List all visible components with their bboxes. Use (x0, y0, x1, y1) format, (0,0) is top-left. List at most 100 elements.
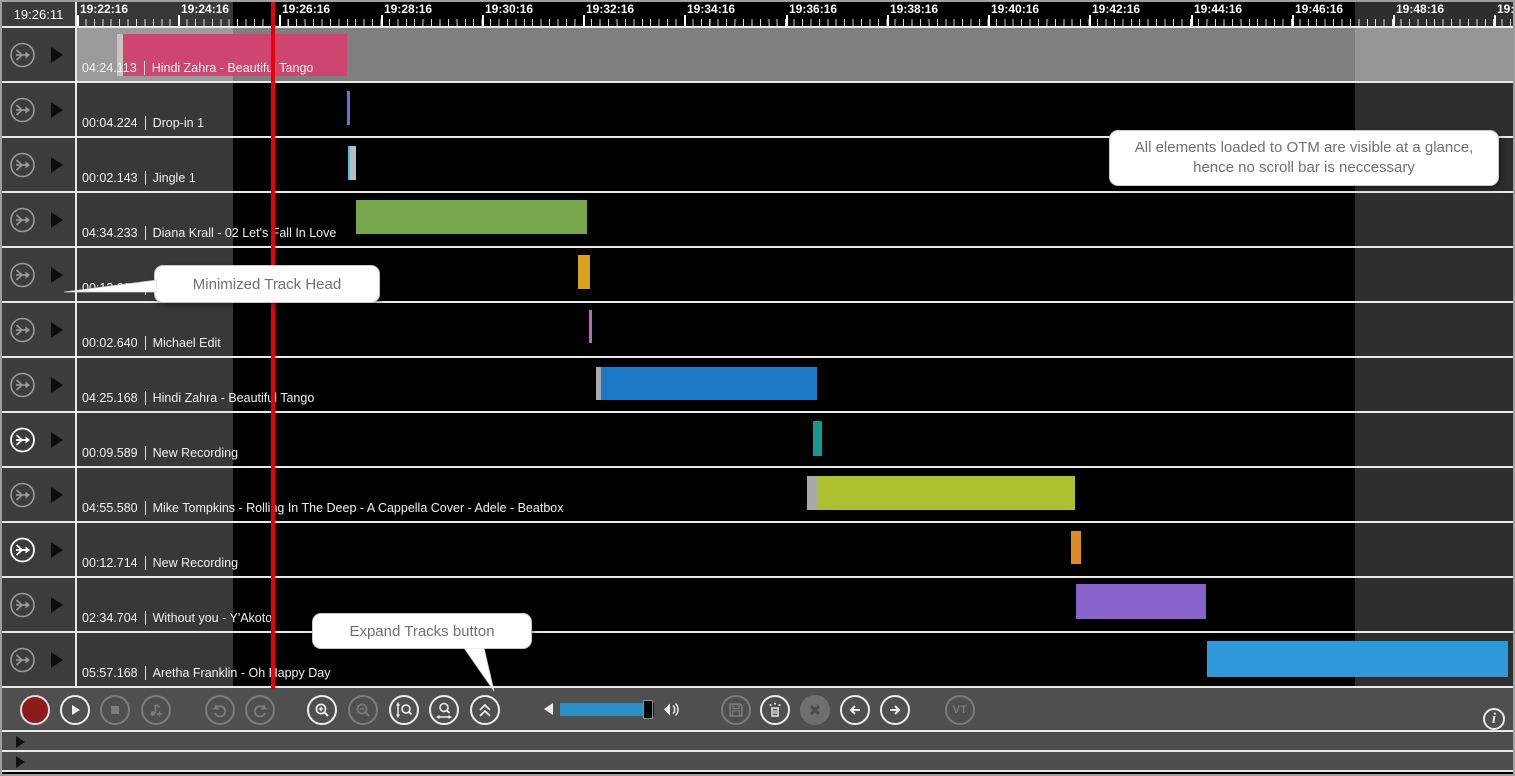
track-timeline[interactable]: 04:24.113Hindi Zahra - Beautiful Tango (77, 28, 1513, 81)
ruler-label: 19:44:16 (1191, 2, 1242, 26)
track-play-button[interactable] (51, 597, 63, 613)
audio-clip[interactable] (1076, 584, 1206, 619)
collapsed-panel-2[interactable] (2, 752, 1513, 772)
track-label: 04:55.580Mike Tompkins - Rolling In The … (82, 501, 563, 515)
track-head[interactable] (2, 523, 77, 576)
redo-icon (251, 701, 269, 719)
redo-button[interactable] (245, 695, 275, 725)
beyond-content-shade (1355, 2, 1513, 26)
zoom-vertical-button[interactable] (389, 695, 419, 725)
zoom-in-button[interactable] (307, 695, 337, 725)
record-button[interactable] (20, 695, 50, 725)
collapsed-panel-1[interactable] (2, 732, 1513, 752)
track-head[interactable] (2, 193, 77, 246)
track-head[interactable] (2, 358, 77, 411)
track-row: 04:55.580Mike Tompkins - Rolling In The … (2, 468, 1513, 523)
track-head[interactable] (2, 83, 77, 136)
audio-clip[interactable] (601, 367, 817, 400)
label-divider (145, 171, 146, 185)
track-play-button[interactable] (51, 267, 63, 283)
stop-button[interactable] (100, 695, 130, 725)
volume-slider[interactable] (560, 703, 654, 716)
track-timeline[interactable]: 04:25.168Hindi Zahra - Beautiful Tango (77, 358, 1513, 411)
track-play-button[interactable] (51, 47, 63, 63)
track-head[interactable] (2, 138, 77, 191)
track-play-button[interactable] (51, 157, 63, 173)
track-play-button[interactable] (51, 542, 63, 558)
track-label: 00:09.589New Recording (82, 446, 238, 460)
clip-lead-gray (807, 476, 817, 510)
route-input-icon (9, 96, 36, 123)
track-play-button[interactable] (51, 377, 63, 393)
play-button[interactable] (60, 695, 90, 725)
expand-panel-arrow-icon[interactable] (16, 756, 25, 768)
audio-clip[interactable] (356, 200, 587, 234)
track-timeline[interactable]: 00:02.640Michael Edit (77, 303, 1513, 356)
track-title: Hindi Zahra - Beautiful Tango (153, 391, 315, 405)
track-head[interactable] (2, 578, 77, 631)
close-button[interactable] (800, 695, 830, 725)
label-divider (145, 446, 146, 460)
expand-tracks-button[interactable] (470, 695, 500, 725)
clear-all-button[interactable] (760, 695, 790, 725)
next-button[interactable] (880, 695, 910, 725)
time-ruler[interactable]: 19:22:16 19:24:16 19:26:16 19:28:16 19:3… (77, 2, 1513, 26)
audio-clip[interactable] (1207, 641, 1508, 677)
track-play-button[interactable] (51, 487, 63, 503)
undo-button[interactable] (205, 695, 235, 725)
track-play-button[interactable] (51, 102, 63, 118)
expand-panel-arrow-icon[interactable] (16, 736, 25, 748)
add-audio-button[interactable] (141, 695, 171, 725)
volume-min-icon[interactable] (542, 701, 555, 717)
info-letter: i (1492, 711, 1496, 728)
zoom-horizontal-button[interactable] (429, 695, 459, 725)
volume-max-icon[interactable] (661, 701, 683, 718)
save-button[interactable] (721, 695, 751, 725)
track-timeline[interactable]: 00:04.224Drop-in 1 (77, 83, 1513, 136)
track-head[interactable] (2, 468, 77, 521)
track-timeline[interactable]: 02:34.704Without you - Y'Akoto (77, 578, 1513, 631)
voice-track-button[interactable]: VT (945, 695, 975, 725)
otm-timeline-window: 19:26:11 19:22:16 19:24:16 19:26:16 19:2… (0, 0, 1515, 776)
playhead-cursor[interactable] (271, 2, 275, 689)
track-head[interactable] (2, 303, 77, 356)
zoom-out-button[interactable] (348, 695, 378, 725)
audio-clip[interactable] (813, 421, 822, 456)
chevrons-up-icon (476, 701, 494, 719)
track-timeline[interactable]: 00:12.714New Recording (77, 523, 1513, 576)
audio-clip[interactable] (817, 476, 1075, 510)
track-timeline[interactable]: 04:55.580Mike Tompkins - Rolling In The … (77, 468, 1513, 521)
audio-clip[interactable] (589, 310, 592, 343)
track-duration: 00:09.589 (82, 446, 138, 460)
track-row: 04:25.168Hindi Zahra - Beautiful Tango (2, 358, 1513, 413)
info-icon[interactable]: i (1483, 708, 1505, 730)
route-input-icon (9, 261, 36, 288)
track-play-button[interactable] (51, 652, 63, 668)
ruler-label: 19:30:16 (482, 2, 533, 26)
audio-clip[interactable] (347, 91, 350, 125)
track-play-button[interactable] (51, 432, 63, 448)
track-timeline[interactable]: 05:57.168Aretha Franklin - Oh Happy Day (77, 633, 1513, 686)
previous-button[interactable] (840, 695, 870, 725)
track-head[interactable] (2, 413, 77, 466)
beyond-content-shade (1355, 193, 1513, 246)
track-duration: 04:24.113 (82, 61, 137, 75)
callout-text: Expand Tracks button (349, 623, 494, 640)
track-head[interactable] (2, 633, 77, 686)
track-title: Mike Tompkins - Rolling In The Deep - A … (153, 501, 564, 515)
ruler-label: 19:40:16 (988, 2, 1039, 26)
track-timeline[interactable]: 00:09.589New Recording (77, 413, 1513, 466)
audio-clip[interactable] (350, 146, 356, 180)
label-divider (145, 666, 146, 680)
track-head[interactable] (2, 28, 77, 81)
track-play-button[interactable] (51, 322, 63, 338)
volume-slider-thumb[interactable] (643, 700, 653, 719)
track-timeline[interactable]: 04:34.233Diana Krall - 02 Let's Fall In … (77, 193, 1513, 246)
save-icon (728, 702, 744, 718)
ruler-label: 19:38:16 (887, 2, 938, 26)
track-play-button[interactable] (51, 212, 63, 228)
label-divider (145, 116, 146, 130)
callout-minimized-track-head: Minimized Track Head (154, 265, 380, 303)
audio-clip[interactable] (1071, 531, 1081, 564)
audio-clip[interactable] (578, 255, 590, 289)
